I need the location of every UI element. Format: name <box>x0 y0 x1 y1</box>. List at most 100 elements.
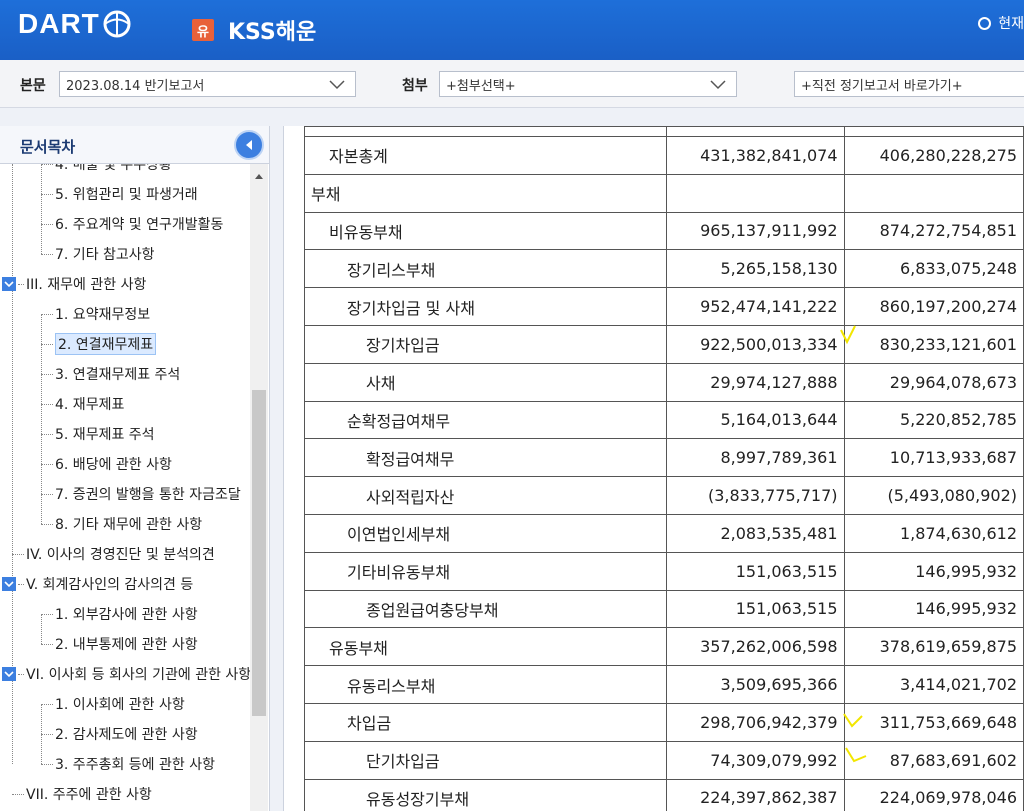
value-current-cell: 922,500,013,334 <box>666 324 845 364</box>
table-row: 사외적립자산 (3,833,775,717) (5,493,080,902) <box>303 476 1024 515</box>
toc-scrollbar[interactable] <box>250 164 268 811</box>
account-cell: 사외적립자산 <box>303 476 668 515</box>
value-current-cell: 224,397,862,387 <box>666 778 845 811</box>
table-row: 유동부채 357,262,006,598 378,619,659,875 <box>303 627 1024 667</box>
toc-item-label: 4. 매출 및 수주상황 <box>55 164 172 173</box>
table-row: 장기리스부채 5,265,158,130 6,833,075,248 <box>303 249 1024 289</box>
folder-expanded-icon[interactable] <box>2 667 16 681</box>
value-prior-cell: (5,493,080,902) <box>843 476 1024 515</box>
toc-title: 문서목차 <box>20 138 76 156</box>
scroll-up-arrow-icon[interactable] <box>254 172 264 180</box>
toc-item[interactable]: 4. 매출 및 수주상황 <box>41 164 172 175</box>
account-cell: 부채 <box>303 173 668 213</box>
value-current-cell: 151,063,515 <box>666 589 845 629</box>
value-current-cell: 2,083,535,481 <box>666 513 845 553</box>
table-row: 장기차입금 및 사채 952,474,141,222 860,197,200,274 <box>303 287 1024 326</box>
toc-item[interactable]: 1. 이사회에 관한 사항 <box>41 693 185 715</box>
toc-item[interactable]: 5. 위험관리 및 파생거래 <box>41 183 198 205</box>
scrollbar-thumb[interactable] <box>252 390 266 716</box>
toc-section-label: III. 재무에 관한 사항 <box>26 277 147 293</box>
report-selector-bar: 본문 2023.08.14 반기보고서 첨부 +첨부선택+ +직전 정기보고서 … <box>0 60 1024 108</box>
folder-expanded-icon[interactable] <box>2 277 16 291</box>
toc-item-label: 2. 연결재무제표 <box>55 333 157 355</box>
toc-item-label: 3. 연결재무제표 주석 <box>55 367 181 383</box>
value-prior-cell: 146,995,932 <box>843 589 1024 629</box>
account-cell: 자본총계 <box>303 136 668 175</box>
value-current-cell: 5,265,158,130 <box>666 249 845 289</box>
account-cell: 사채 <box>303 362 668 402</box>
toc-sidebar: 문서목차 4. 매출 및 수주상황 5. 위험관리 및 파생거래 6. 주요계약… <box>0 126 270 811</box>
toc-section[interactable]: VI. 이사회 등 회사의 기관에 관한 사항 <box>2 663 250 685</box>
toc-item-label: 6. 주요계약 및 연구개발활동 <box>55 217 224 233</box>
account-cell: 확정급여채무 <box>303 438 668 478</box>
toc-item[interactable]: 1. 요약재무정보 <box>41 303 150 325</box>
toc-section[interactable]: V. 회계감사인의 감사의견 등 <box>2 573 193 595</box>
toc-section[interactable]: III. 재무에 관한 사항 <box>2 273 146 295</box>
folder-expanded-icon[interactable] <box>2 577 16 591</box>
table-row: 종업원급여충당부채 151,063,515 146,995,932 <box>303 589 1024 629</box>
logo-text: DART <box>18 8 100 39</box>
value-prior-cell: 860,197,200,274 <box>843 287 1024 326</box>
value-prior-cell: 406,280,228,275 <box>843 136 1024 175</box>
value-prior-cell: 29,964,078,673 <box>843 362 1024 402</box>
top-header: DART 유 KSS해운 현재 <box>0 0 1024 60</box>
company-title: 유 KSS해운 <box>192 14 316 46</box>
toc-item[interactable]: 7. 증권의 발행을 통한 자금조달 <box>41 483 241 505</box>
toc-item[interactable]: 5. 재무제표 주석 <box>41 423 155 445</box>
value-current-cell: 8,997,789,361 <box>666 438 845 478</box>
account-cell: 순확정급여채무 <box>303 400 668 440</box>
toc-section-label: IV. 이사의 경영진단 및 분석의견 <box>26 547 215 563</box>
value-prior-cell: 1,874,630,612 <box>843 513 1024 553</box>
account-cell: 기타비유동부채 <box>303 551 668 591</box>
value-current-cell: 74,309,079,992 <box>666 740 845 780</box>
value-current-cell: 5,164,013,644 <box>666 400 845 440</box>
previous-report-select[interactable]: +직전 정기보고서 바로가기+ <box>794 71 1024 97</box>
toc-item[interactable]: 1. 외부감사에 관한 사항 <box>41 603 198 625</box>
market-badge: 유 <box>192 19 214 41</box>
collapse-sidebar-button[interactable] <box>234 130 264 160</box>
toc-item-label: 5. 위험관리 및 파생거래 <box>55 187 198 203</box>
toc-item[interactable]: 8. 기타 재무에 관한 사항 <box>41 513 202 535</box>
toc-item[interactable]: 7. 기타 참고사항 <box>41 243 155 265</box>
previous-report-value: +직전 정기보고서 바로가기+ <box>801 78 963 94</box>
table-row: 장기차입금 922,500,013,334 830,233,121,601 <box>303 324 1024 364</box>
financial-statement-table: 자본총계 431,382,841,074 406,280,228,275 부채 비유동부… <box>303 126 1024 811</box>
table-row: 유동성장기부채 224,397,862,387 224,069,978,046 <box>303 778 1024 811</box>
table-row: 자본총계 431,382,841,074 406,280,228,275 <box>303 136 1024 175</box>
toc-item[interactable]: 6. 배당에 관한 사항 <box>41 453 172 475</box>
main-doc-select[interactable]: 2023.08.14 반기보고서 <box>59 71 356 97</box>
toc-item[interactable]: 3. 주주총회 등에 관한 사항 <box>41 753 215 775</box>
toc-item[interactable]: 2. 내부통제에 관한 사항 <box>41 633 198 655</box>
toc-item[interactable]: 3. 연결재무제표 주석 <box>41 363 180 385</box>
company-name: KSS해운 <box>228 20 317 45</box>
account-cell: 장기차입금 <box>303 324 668 364</box>
toc-section[interactable]: IV. 이사의 경영진단 및 분석의견 <box>12 543 215 565</box>
dart-logo[interactable]: DART <box>18 8 132 40</box>
value-prior-cell: 378,619,659,875 <box>843 627 1024 667</box>
toc-section[interactable]: VII. 주주에 관한 사항 <box>12 783 152 805</box>
toc-item[interactable]: 6. 주요계약 및 연구개발활동 <box>41 213 223 235</box>
toc-item-selected[interactable]: 2. 연결재무제표 <box>41 333 157 355</box>
value-current-cell: 357,262,006,598 <box>666 627 845 667</box>
value-prior-cell: 146,995,932 <box>843 551 1024 591</box>
account-cell: 유동리스부채 <box>303 665 668 704</box>
chevron-down-icon <box>329 80 345 90</box>
toc-item-label: 3. 주주총회 등에 관한 사항 <box>55 757 215 773</box>
table-row <box>303 126 1024 137</box>
toc-item[interactable]: 4. 재무제표 <box>41 393 124 415</box>
main-doc-label: 본문 <box>20 78 46 94</box>
toc-item-label: 1. 외부감사에 관한 사항 <box>55 607 198 623</box>
toc-item[interactable]: 2. 감사제도에 관한 사항 <box>41 723 198 745</box>
tree-guide-line <box>41 164 42 254</box>
current-option[interactable]: 현재 <box>978 13 1024 33</box>
attachment-value: +첨부선택+ <box>446 78 516 94</box>
toc-item-label: 1. 요약재무정보 <box>55 307 151 323</box>
value-prior-cell <box>843 173 1024 213</box>
checkmark-annotation <box>845 747 867 763</box>
value-current-cell: 952,474,141,222 <box>666 287 845 326</box>
radio-icon[interactable] <box>978 16 992 30</box>
account-cell: 장기차입금 및 사채 <box>303 287 668 326</box>
toc-item-label: 1. 이사회에 관한 사항 <box>55 697 185 713</box>
attachment-select[interactable]: +첨부선택+ <box>439 71 737 97</box>
current-label: 현재 <box>998 16 1024 32</box>
